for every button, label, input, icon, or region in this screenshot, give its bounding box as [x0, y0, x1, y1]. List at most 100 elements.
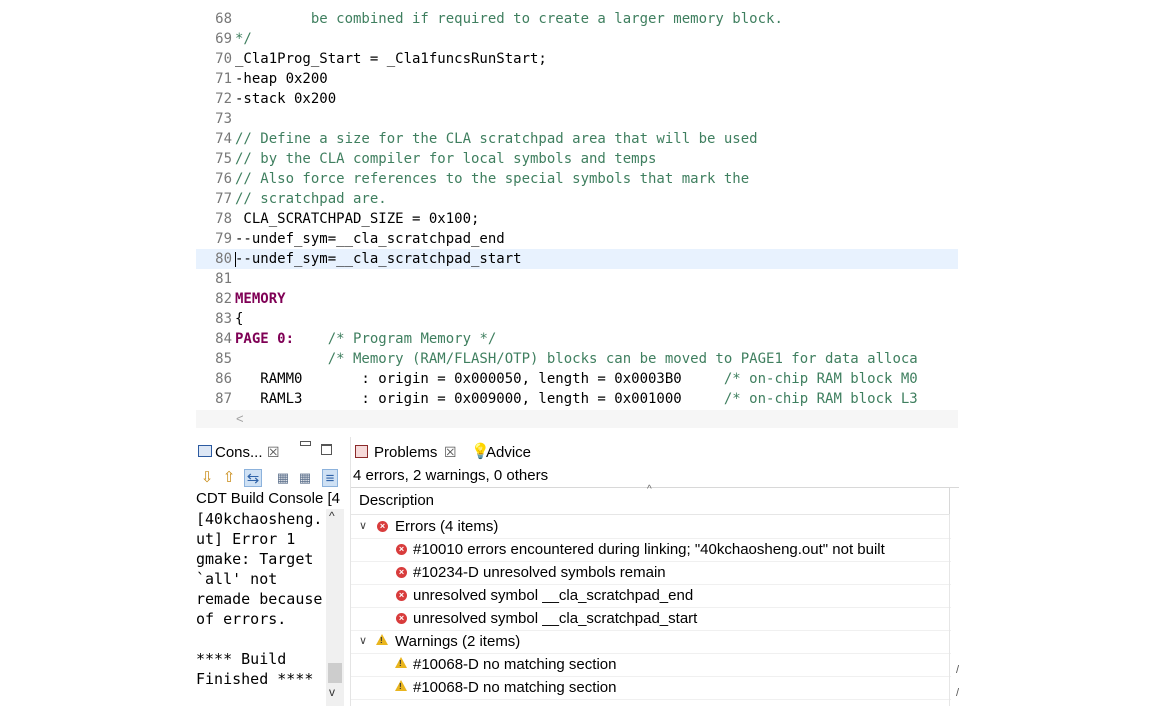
scroll-lock-icon[interactable]: ⇆ [244, 469, 262, 487]
error-icon: × [396, 590, 407, 601]
line-number: 74 [215, 131, 232, 147]
code-line[interactable]: 74// Define a size for the CLA scratchpa… [196, 129, 958, 149]
code-line[interactable]: 83{ [196, 309, 958, 329]
line-code: RAMM0 : origin = 0x000050, length = 0x00… [235, 369, 918, 389]
line-code: */ [235, 29, 252, 49]
scroll-down-icon[interactable]: v [329, 685, 335, 699]
tab-problems-close-icon[interactable]: ☒ [444, 444, 457, 461]
problem-row[interactable]: /! #10068-D no matching section [351, 676, 959, 700]
scroll-up-icon[interactable]: ^ [329, 509, 335, 523]
code-comment: // scratchpad are. [235, 191, 387, 207]
problem-description: #10010 errors encountered during linking… [413, 541, 885, 558]
table-header[interactable]: Description ^ [351, 484, 950, 515]
code-line[interactable]: 76// Also force references to the specia… [196, 169, 958, 189]
line-code: RAML3 : origin = 0x009000, length = 0x00… [235, 389, 917, 409]
code-line[interactable]: 87 RAML3 : origin = 0x009000, length = 0… [196, 389, 958, 409]
code-line[interactable]: 72 -stack 0x200 [196, 89, 958, 109]
line-code: MEMORY [235, 289, 286, 309]
code-line[interactable]: 82 MEMORY [196, 289, 958, 309]
code-line[interactable]: 85 /* Memory (RAM/FLASH/OTP) blocks can … [196, 349, 958, 369]
group-label: Errors (4 items) [395, 518, 499, 535]
code-line[interactable]: 86 RAMM0 : origin = 0x000050, length = 0… [196, 369, 958, 389]
scroll-left-icon[interactable]: < [236, 410, 244, 428]
problems-table[interactable]: Description ^ ∨ × Errors (4 items) × #10010 … [351, 484, 959, 706]
problem-row[interactable]: × unresolved symbol __cla_scratchpad_end [351, 584, 951, 608]
code-comment: /* on-chip RAM block M0 [723, 371, 918, 387]
column-description[interactable]: Description [359, 492, 434, 509]
line-number: 78 [215, 211, 232, 227]
line-code: --undef_sym=__cla_scratchpad_start [235, 249, 522, 269]
problems-view: Problems ☒ 💡 Advice 4 errors, 2 warnings… [350, 437, 959, 706]
console-options-icon[interactable]: ▦ [296, 469, 314, 487]
code-comment: */ [235, 31, 252, 47]
maximize-view-icon[interactable] [321, 444, 332, 455]
code-line[interactable]: 71 -heap 0x200 [196, 69, 958, 89]
console-vertical-scrollbar[interactable]: ^ v [326, 509, 344, 706]
chevron-down-icon[interactable]: ∨ [359, 515, 367, 538]
problem-description: #10068-D no matching section [413, 679, 617, 696]
chevron-down-icon[interactable]: ∨ [359, 630, 367, 653]
code-comment: // by the CLA compiler for local symbols… [235, 151, 657, 167]
scroll-up-arrow-icon[interactable]: ⇧ [220, 469, 238, 487]
code-text: _Cla1Prog_Start = _Cla1funcsRunStart; [235, 51, 547, 67]
sort-ascending-icon: ^ [647, 484, 652, 495]
code-line[interactable]: 68 be combined if required to create a l… [196, 9, 958, 29]
copy-build-log-icon[interactable]: ▦ [274, 469, 292, 487]
line-code: -stack 0x200 [235, 89, 336, 109]
code-text: -stack 0x200 [235, 91, 337, 107]
warning-icon: ! [376, 634, 388, 645]
line-number: 81 [215, 271, 232, 287]
code-line[interactable]: 79 --undef_sym=__cla_scratchpad_end [196, 229, 958, 249]
group-label: Warnings (2 items) [395, 633, 521, 650]
editor-horizontal-scrollbar[interactable]: < [196, 410, 958, 428]
line-code: PAGE 0: /* Program Memory */ [235, 329, 496, 349]
tab-console-label: Cons... [215, 444, 263, 461]
problems-tab-bar: Problems ☒ 💡 Advice [351, 437, 959, 467]
code-line-current[interactable]: 80 --undef_sym=__cla_scratchpad_start [196, 249, 958, 269]
line-number: 82 [215, 291, 232, 307]
minimize-view-icon[interactable] [300, 441, 311, 446]
code-keyword: PAGE 0: [235, 331, 295, 347]
code-editor[interactable]: 68 be combined if required to create a l… [196, 0, 958, 430]
code-line[interactable]: 77// scratchpad are. [196, 189, 958, 209]
code-line[interactable]: 81 [196, 269, 958, 289]
line-number: 85 [215, 351, 232, 367]
problem-row[interactable]: /! #10068-D no matching section [351, 653, 959, 677]
code-line[interactable]: 78 CLA_SCRATCHPAD_SIZE = 0x100; [196, 209, 958, 229]
error-icon: × [396, 613, 407, 624]
console-tab-bar: Cons... ☒ [196, 437, 346, 465]
code-comment: /* Program Memory */ [294, 331, 497, 347]
line-number: 71 [215, 71, 232, 87]
line-code: /* Memory (RAM/FLASH/OTP) blocks can be … [235, 349, 918, 369]
problems-summary: 4 errors, 2 warnings, 0 others [353, 467, 549, 484]
console-output: [40kchaosheng. ut] Error 1 gmake: Target… [196, 510, 323, 688]
code-line[interactable]: 75// by the CLA compiler for local symbo… [196, 149, 958, 169]
group-errors[interactable]: ∨ × Errors (4 items) [351, 515, 951, 539]
scrollbar-thumb[interactable] [328, 663, 342, 683]
error-icon: × [396, 567, 407, 578]
problem-row[interactable]: × unresolved symbol __cla_scratchpad_star… [351, 607, 951, 631]
code-text: RAML3 : origin = 0x009000, length = 0x00… [235, 391, 724, 407]
warning-icon: ! [395, 680, 407, 691]
code-line[interactable]: 84 PAGE 0: /* Program Memory */ [196, 329, 958, 349]
code-text: -heap 0x200 [235, 71, 328, 87]
tab-problems[interactable]: Problems ☒ [351, 437, 463, 467]
line-code: --undef_sym=__cla_scratchpad_end [235, 229, 505, 249]
tab-problems-label: Problems [374, 444, 438, 461]
problem-row[interactable]: × #10234-D unresolved symbols remain [351, 561, 951, 585]
line-number: 77 [215, 191, 232, 207]
resource-column-fragment: / [956, 664, 959, 676]
line-code: // Also force references to the special … [235, 169, 749, 189]
error-icon: × [396, 544, 407, 555]
display-console-icon[interactable]: ≡ [322, 469, 338, 487]
group-warnings[interactable]: ∨! Warnings (2 items) [351, 630, 951, 654]
code-line[interactable]: 69 */ [196, 29, 958, 49]
scroll-down-arrow-icon[interactable]: ⇩ [198, 469, 216, 487]
console-view: Cons... ☒ ⇩ ⇧ ⇆ ▦ ▦ ≡ CDT Build Console … [196, 437, 346, 706]
column-divider [949, 488, 950, 514]
tab-console-close-icon[interactable]: ☒ [267, 444, 280, 461]
problem-row[interactable]: × #10010 errors encountered during linkin… [351, 538, 951, 562]
code-line[interactable]: 70 _Cla1Prog_Start = _Cla1funcsRunStart; [196, 49, 958, 69]
code-line[interactable]: 73 [196, 109, 958, 129]
code-text: { [235, 311, 244, 327]
